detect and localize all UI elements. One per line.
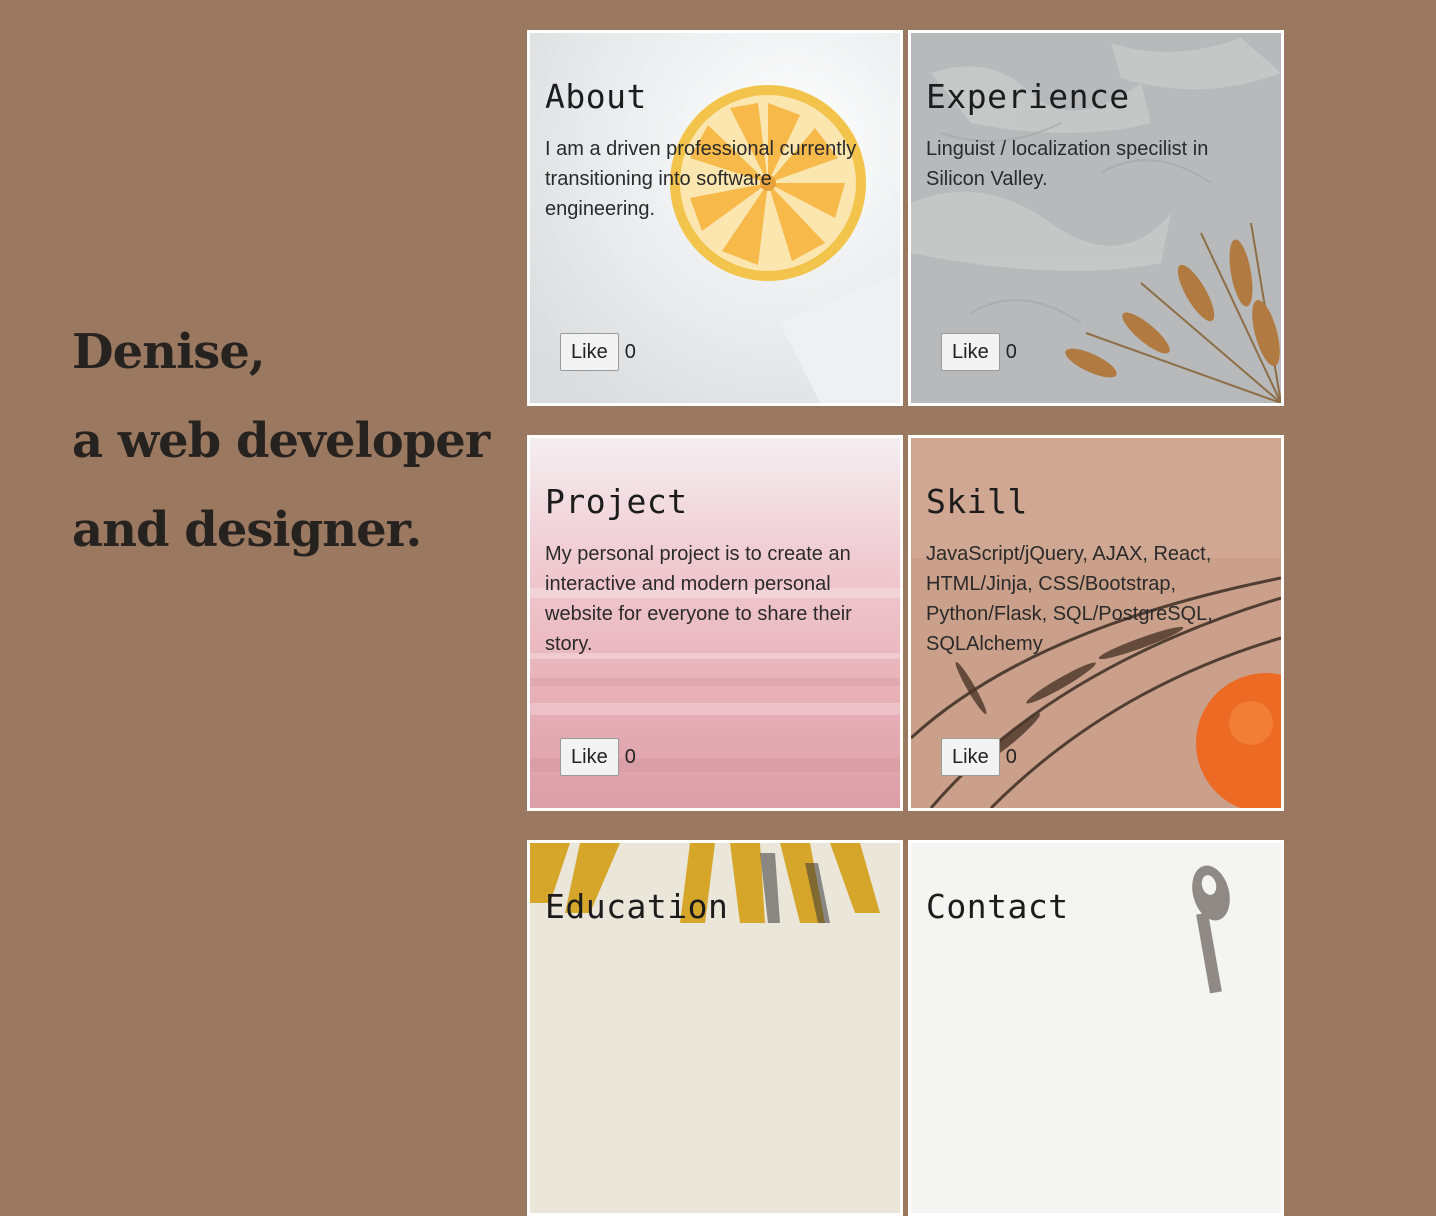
like-control: Like 0 (560, 333, 636, 371)
like-button[interactable]: Like (941, 333, 1000, 371)
like-button[interactable]: Like (560, 333, 619, 371)
like-count: 0 (1005, 745, 1017, 768)
card-text: I am a driven professional currently tra… (545, 138, 857, 220)
card-contact: Contact (908, 840, 1284, 1216)
card-title: Project (545, 482, 688, 521)
like-button[interactable]: Like (560, 738, 619, 776)
card-text: JavaScript/jQuery, AJAX, React, HTML/Jin… (926, 543, 1213, 655)
like-button[interactable]: Like (941, 738, 1000, 776)
card-about: About I am a driven professional current… (527, 30, 903, 406)
intro-line-role: a web developer (72, 413, 490, 469)
like-count: 0 (624, 745, 636, 768)
card-project: Project My personal project is to create… (527, 435, 903, 811)
intro-heading: Denise, a web developer and designer. (72, 308, 512, 575)
like-control: Like 0 (941, 333, 1017, 371)
card-text: Linguist / localization specilist in Sil… (926, 138, 1209, 190)
like-count: 0 (1005, 340, 1017, 363)
like-control: Like 0 (560, 738, 636, 776)
card-skill: Skill JavaScript/jQuery, AJAX, React, HT… (908, 435, 1284, 811)
card-education: Education (527, 840, 903, 1216)
intro-line-role-2: and designer. (72, 502, 422, 558)
card-title: Experience (926, 77, 1130, 116)
card-title: Contact (926, 887, 1069, 926)
card-title: Skill (926, 482, 1028, 521)
card-title: Education (545, 887, 729, 926)
like-control: Like 0 (941, 738, 1017, 776)
intro-line-name: Denise, (72, 324, 266, 380)
card-experience: Experience Linguist / localization speci… (908, 30, 1284, 406)
like-count: 0 (624, 340, 636, 363)
card-title: About (545, 77, 647, 116)
card-text: My personal project is to create an inte… (545, 543, 852, 655)
